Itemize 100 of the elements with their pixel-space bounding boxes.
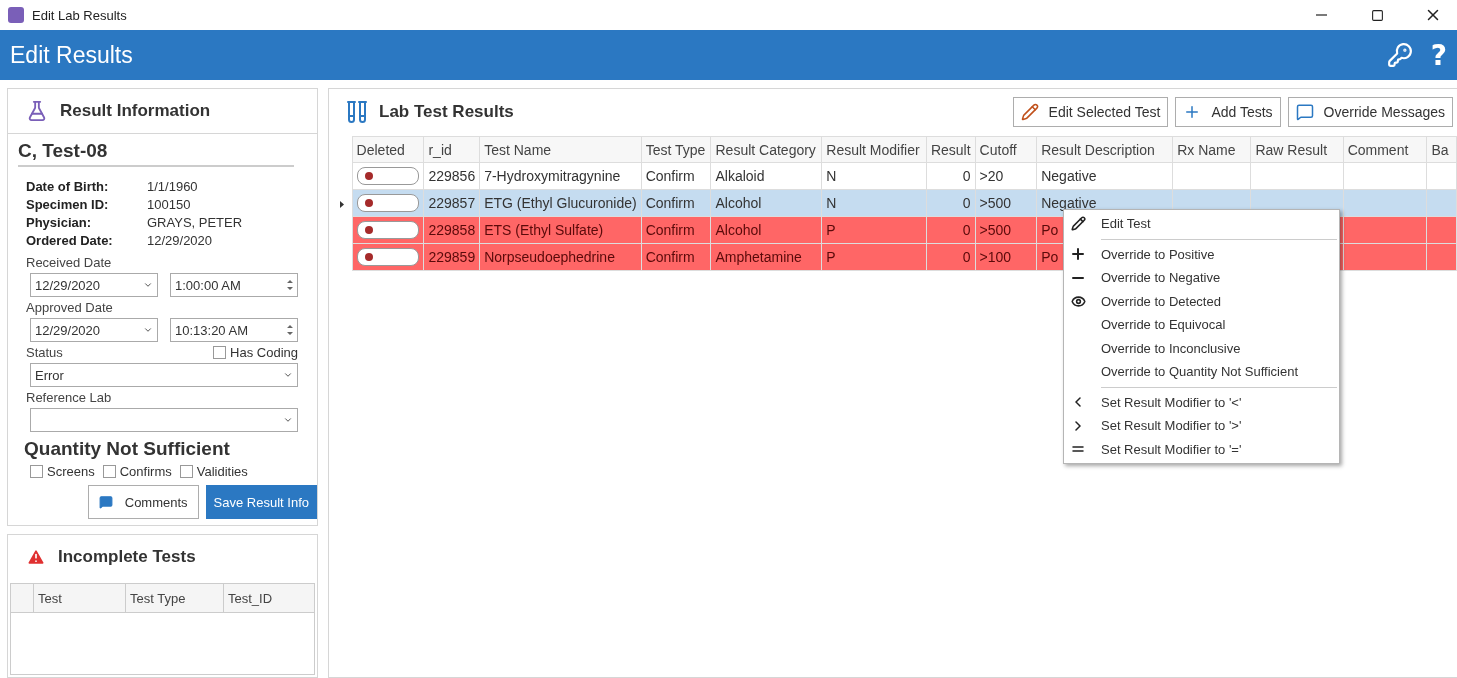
table-cell: 229856 — [428, 168, 476, 184]
column-header[interactable]: Raw Result — [1250, 136, 1344, 163]
deleted-toggle[interactable] — [356, 221, 419, 239]
column-header[interactable]: Deleted — [352, 136, 424, 163]
table-cell: 229857 — [428, 195, 476, 211]
menu-item[interactable]: Set Result Modifier to '<' — [1064, 390, 1339, 414]
table-cell: >20 — [979, 168, 1004, 184]
menu-item[interactable]: Override to Positive — [1064, 242, 1339, 266]
less-than-icon — [1075, 397, 1081, 408]
toolbar-button[interactable]: Override Messages — [1287, 97, 1453, 127]
plus-icon — [1072, 248, 1084, 261]
date-field[interactable]: 12/29/2020 — [30, 318, 158, 342]
test-tubes-icon — [345, 100, 369, 124]
comments-button[interactable]: Comments — [87, 485, 199, 519]
help-button[interactable]: ? — [1430, 38, 1447, 72]
table-cell: Confirm — [645, 168, 695, 184]
table-cell: 229858 — [428, 222, 476, 238]
table-cell: Alkaloid — [715, 168, 765, 184]
menu-item[interactable]: Set Result Modifier to '>' — [1064, 414, 1339, 438]
table-cell: ETS (Ethyl Sulfate) — [484, 222, 604, 238]
time-field[interactable]: 1:00:00 AM — [170, 273, 298, 297]
table-cell: Confirm — [645, 249, 695, 265]
detail-value: GRAYS, PETER — [147, 215, 244, 230]
deleted-toggle[interactable] — [356, 167, 419, 185]
table-cell: Confirm — [645, 222, 695, 238]
column-header[interactable]: Result Description — [1036, 136, 1173, 163]
status-dropdown[interactable]: Error — [30, 363, 298, 387]
table-cell: 7-Hydroxymitragynine — [484, 168, 621, 184]
deleted-toggle[interactable] — [356, 194, 419, 212]
table-cell: >500 — [979, 222, 1012, 238]
speech-bubble-icon — [98, 495, 113, 509]
column-header[interactable]: r_id — [423, 136, 480, 163]
pencil-icon — [1070, 216, 1086, 232]
column-header[interactable]: Test Type — [641, 136, 711, 163]
column-header[interactable]: Ba — [1426, 136, 1457, 163]
column-header[interactable]: Result Modifier — [821, 136, 927, 163]
minus-icon — [1072, 276, 1084, 279]
table-cell: 229859 — [428, 249, 476, 265]
menu-item[interactable]: Override to Quantity Not Sufficient — [1064, 360, 1339, 384]
menu-item[interactable]: Override to Equivocal — [1064, 313, 1339, 337]
date-field[interactable]: 12/29/2020 — [30, 273, 158, 297]
row-pointer-icon — [339, 201, 344, 208]
dropdown-icon — [143, 325, 153, 335]
table-cell: >100 — [979, 249, 1012, 265]
field-label: Received Date — [26, 255, 113, 270]
menu-item[interactable]: Set Result Modifier to '=' — [1064, 437, 1339, 461]
column-header[interactable]: Test_ID — [223, 584, 314, 612]
checkbox[interactable]: Validities — [179, 464, 248, 479]
time-field[interactable]: 10:13:20 AM — [170, 318, 298, 342]
window-title: Edit Lab Results — [32, 7, 128, 23]
table-cell: Negative — [1041, 195, 1097, 211]
table-cell: >500 — [979, 195, 1012, 211]
table-cell: 0 — [962, 222, 971, 238]
menu-item[interactable]: Override to Detected — [1064, 289, 1339, 313]
table-cell: ETG (Ethyl Glucuronide) — [484, 195, 637, 211]
greater-than-icon — [1075, 420, 1081, 431]
detail-value: 1/1/1960 — [147, 179, 199, 194]
table-cell: N — [826, 168, 837, 184]
warning-icon — [26, 547, 46, 567]
table-cell: Alcohol — [715, 222, 762, 238]
table-cell: Po — [1041, 222, 1059, 238]
checkbox[interactable]: Has Coding — [213, 345, 298, 360]
column-header[interactable]: Result — [926, 136, 976, 163]
toolbar-button[interactable]: Edit Selected Test — [1012, 97, 1169, 127]
deleted-toggle[interactable] — [356, 248, 419, 266]
dropdown-icon — [143, 280, 153, 290]
column-header[interactable]: Comment — [1343, 136, 1427, 163]
detail-value: 12/29/2020 — [147, 233, 214, 248]
field-label: Approved Date — [26, 300, 114, 315]
minimize-icon — [1315, 14, 1327, 16]
table-cell: Negative — [1041, 168, 1097, 184]
column-header[interactable]: Rx Name — [1172, 136, 1251, 163]
detail-label: Date of Birth: — [26, 179, 110, 194]
eye-icon — [1070, 293, 1086, 309]
checkbox[interactable]: Confirms — [102, 464, 172, 479]
column-header[interactable]: Cutoff — [975, 136, 1037, 163]
save-button[interactable]: Save Result Info — [205, 485, 317, 519]
table-cell: Alcohol — [715, 195, 762, 211]
menu-item[interactable]: Override to Inconclusive — [1064, 336, 1339, 360]
table-cell: 0 — [962, 168, 971, 184]
speech-bubble-icon — [1295, 103, 1314, 121]
toolbar-button[interactable]: Add Tests — [1175, 97, 1281, 127]
panel-title: Result Information — [60, 101, 211, 121]
column-header[interactable]: Test — [33, 584, 125, 612]
table-cell: 0 — [962, 249, 971, 265]
dropdown-icon — [283, 415, 293, 425]
dropdown-icon — [283, 370, 293, 380]
flask-icon — [26, 100, 48, 122]
table-cell: 0 — [962, 195, 971, 211]
column-header[interactable]: Test Type — [125, 584, 223, 612]
detail-label: Ordered Date: — [26, 233, 114, 248]
key-icon[interactable] — [1386, 42, 1413, 68]
checkbox[interactable]: Screens — [30, 464, 95, 479]
patient-name: C, Test-08 — [18, 138, 294, 167]
table-cell: P — [826, 249, 836, 265]
column-header[interactable]: Test Name — [479, 136, 642, 163]
spinner-icon — [287, 324, 293, 336]
field-label: Status — [26, 345, 63, 360]
column-header[interactable]: Result Category — [711, 136, 822, 163]
field-label: Reference Lab — [26, 390, 113, 405]
